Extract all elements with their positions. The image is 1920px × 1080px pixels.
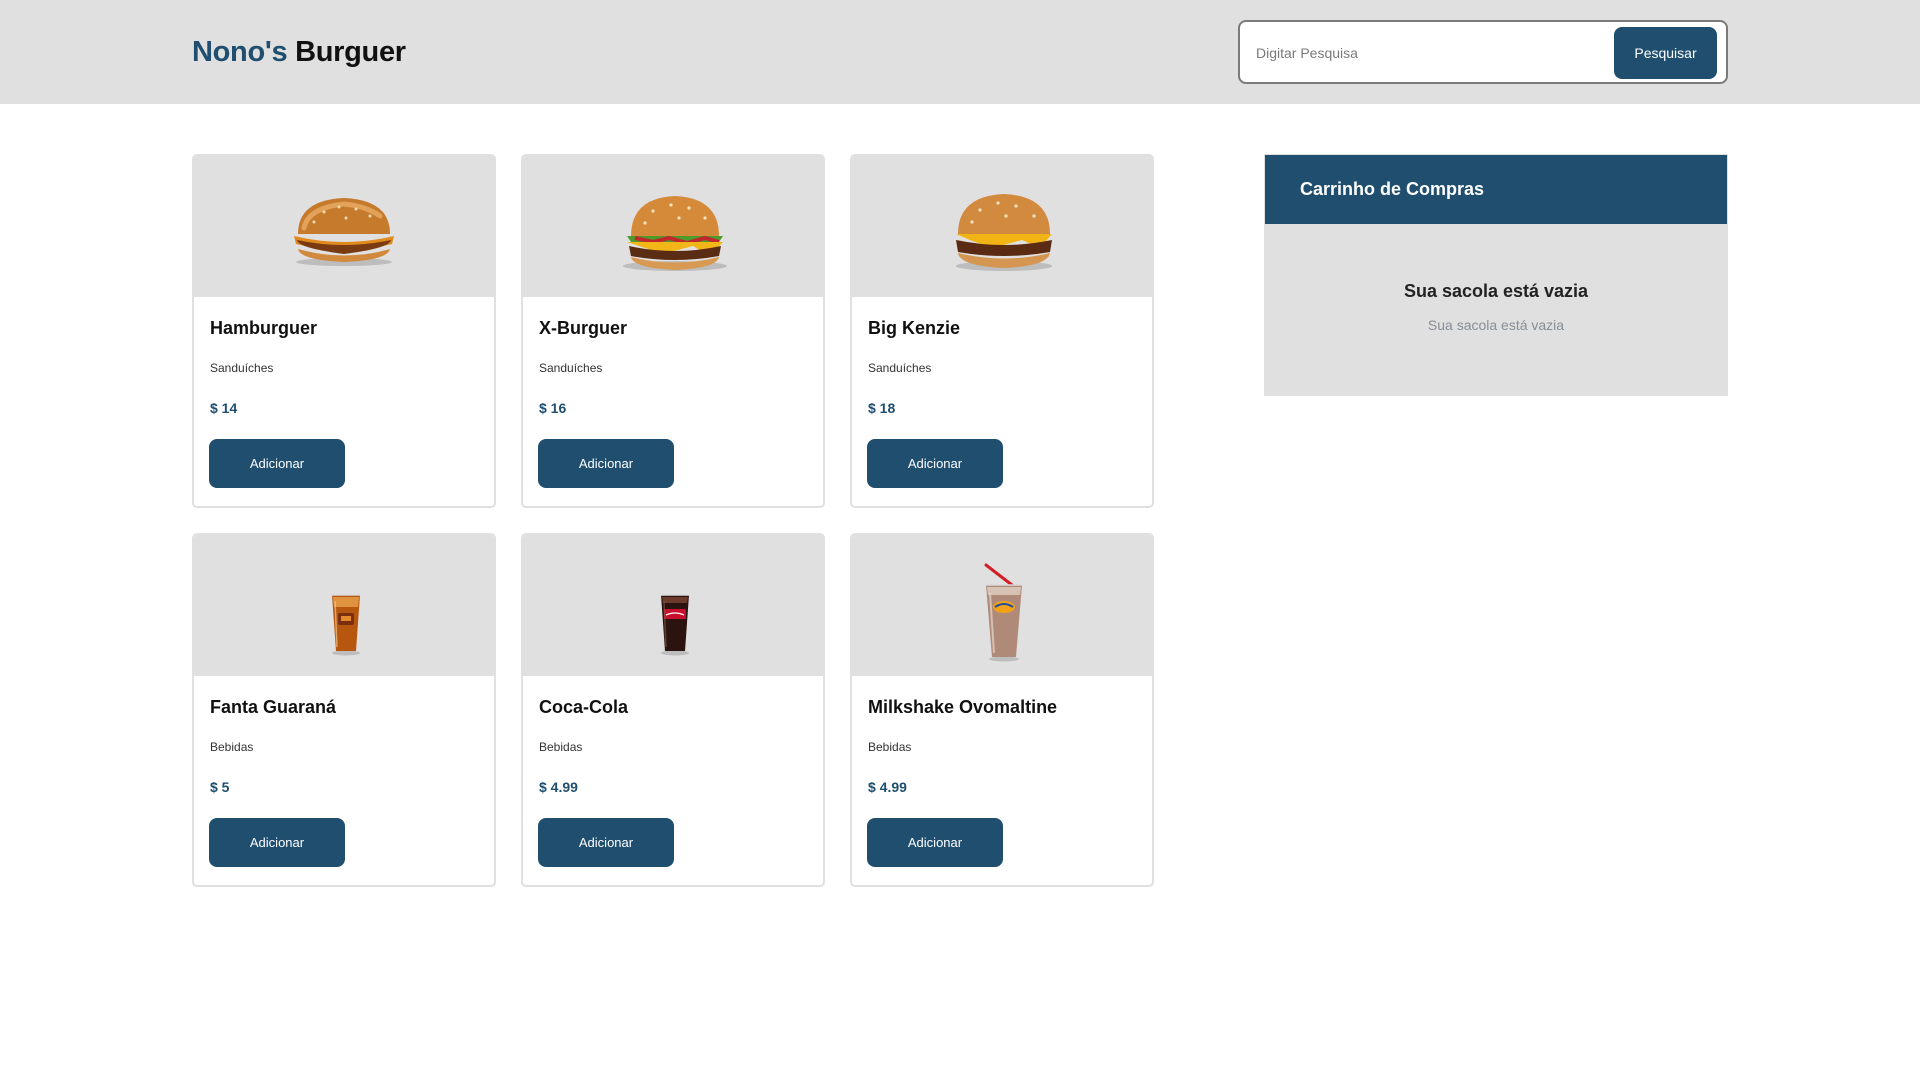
product-price: $ 4.99: [868, 779, 907, 795]
product-category: Sanduíches: [539, 361, 603, 375]
add-to-cart-button[interactable]: Adicionar: [209, 439, 345, 488]
logo-part-1: Nono's: [192, 36, 288, 68]
shopping-cart: Carrinho de Compras Sua sacola está vazi…: [1264, 154, 1728, 396]
product-category: Bebidas: [539, 740, 583, 754]
add-to-cart-button[interactable]: Adicionar: [538, 818, 674, 867]
product-list: Hamburguer Sanduíches $ 14 Adicionar X-B…: [192, 154, 1154, 887]
product-price: $ 4.99: [539, 779, 578, 795]
brand-logo[interactable]: Nono's Burguer: [192, 33, 406, 71]
product-card: Coca-Cola Bebidas $ 4.99 Adicionar: [521, 533, 825, 887]
product-image: [523, 156, 823, 297]
search-box: Pesquisar: [1238, 20, 1728, 84]
cart-empty-subtitle: Sua sacola está vazia: [1427, 317, 1565, 333]
add-to-cart-button[interactable]: Adicionar: [538, 439, 674, 488]
cola-glass-image: [661, 594, 689, 656]
product-category: Sanduíches: [210, 361, 274, 375]
product-price: $ 16: [539, 400, 567, 416]
product-name: Coca-Cola: [539, 697, 629, 717]
product-price: $ 14: [210, 400, 238, 416]
product-price: $ 18: [868, 400, 896, 416]
double-burger-image: [956, 194, 1052, 271]
product-card: Hamburguer Sanduíches $ 14 Adicionar: [192, 154, 496, 508]
product-category: Bebidas: [868, 740, 912, 754]
product-image: [852, 156, 1152, 297]
product-card: Fanta Guaraná Bebidas $ 5 Adicionar: [192, 533, 496, 887]
cart-empty-title: Sua sacola está vazia: [1403, 281, 1589, 301]
product-name: X-Burguer: [539, 318, 628, 338]
top-header: Nono's Burguer Pesquisar: [0, 0, 1920, 104]
search-input[interactable]: [1256, 40, 1606, 66]
cheeseburger-image: [623, 196, 727, 271]
product-image: [523, 535, 823, 676]
product-card: Milkshake Ovomaltine Bebidas $ 4.99 Adic…: [850, 533, 1154, 887]
search-button[interactable]: Pesquisar: [1614, 27, 1717, 79]
product-category: Bebidas: [210, 740, 254, 754]
add-to-cart-button[interactable]: Adicionar: [867, 818, 1003, 867]
product-name: Hamburguer: [210, 318, 318, 338]
product-card: Big Kenzie Sanduíches $ 18 Adicionar: [850, 154, 1154, 508]
product-card: X-Burguer Sanduíches $ 16 Adicionar: [521, 154, 825, 508]
cart-title: Carrinho de Compras: [1300, 179, 1485, 199]
product-category: Sanduíches: [868, 361, 932, 375]
add-to-cart-button[interactable]: Adicionar: [867, 439, 1003, 488]
product-name: Milkshake Ovomaltine: [868, 697, 1058, 717]
product-price: $ 5: [210, 779, 230, 795]
add-to-cart-button[interactable]: Adicionar: [209, 818, 345, 867]
product-image: [194, 156, 494, 297]
cart-header: Carrinho de Compras: [1264, 154, 1728, 224]
cart-empty-state: Sua sacola está vazia Sua sacola está va…: [1264, 224, 1728, 396]
product-name: Fanta Guaraná: [210, 697, 337, 717]
logo-part-2: Burguer: [295, 36, 406, 68]
product-name: Big Kenzie: [868, 318, 961, 338]
milkshake-image: [984, 563, 1022, 662]
hamburger-image: [294, 198, 394, 266]
product-image: [194, 535, 494, 676]
product-image: [852, 535, 1152, 676]
soda-glass-image: [332, 594, 360, 656]
